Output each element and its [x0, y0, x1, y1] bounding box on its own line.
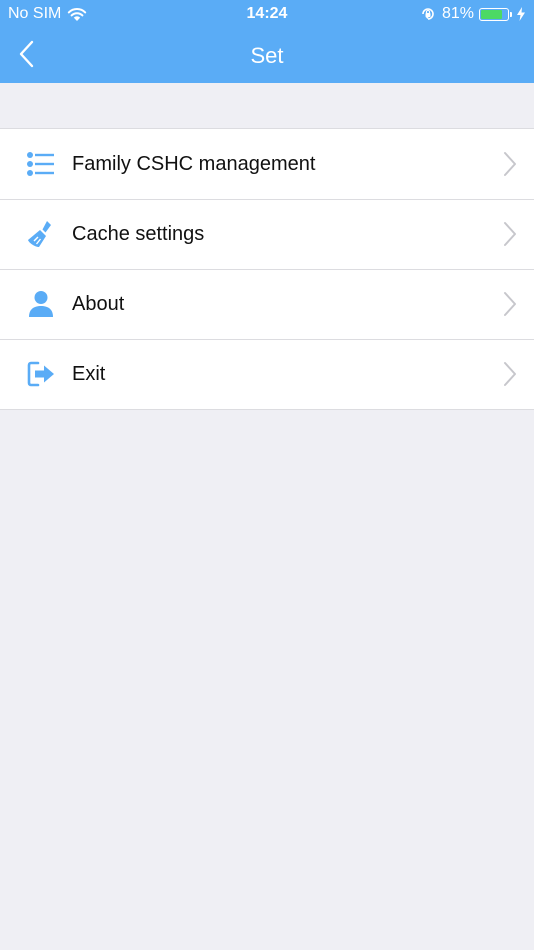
chevron-right-icon	[504, 362, 516, 386]
menu-item-family-management[interactable]: Family CSHC management	[0, 129, 534, 199]
menu-item-about[interactable]: About	[0, 269, 534, 339]
charging-icon	[517, 7, 525, 21]
list-icon	[26, 149, 56, 179]
header: No SIM 14:24 81% Set	[0, 0, 534, 83]
menu-item-label: Family CSHC management	[72, 152, 316, 175]
user-icon	[26, 289, 56, 319]
brush-icon	[26, 219, 56, 249]
chevron-right-icon	[504, 152, 516, 176]
battery-icon	[479, 7, 509, 21]
status-bar: No SIM 14:24 81%	[0, 0, 534, 28]
menu-item-cache-settings[interactable]: Cache settings	[0, 199, 534, 269]
status-right: 81%	[420, 4, 526, 24]
battery-fill	[481, 9, 502, 19]
battery-percent: 81%	[441, 5, 474, 22]
menu-item-label: Cache settings	[72, 222, 205, 245]
page-title: Set	[250, 43, 284, 68]
chevron-right-icon	[504, 292, 516, 316]
menu-item-label: Exit	[72, 362, 106, 385]
orientation-lock-icon	[422, 8, 434, 20]
menu-item-label: About	[72, 292, 125, 315]
chevron-right-icon	[504, 222, 516, 246]
menu-item-exit[interactable]: Exit	[0, 339, 534, 409]
nav-bar: Set	[0, 28, 534, 83]
exit-icon	[26, 359, 56, 389]
battery-tip	[510, 11, 512, 17]
settings-menu: Family CSHC management Cache settings Ab…	[0, 128, 534, 410]
